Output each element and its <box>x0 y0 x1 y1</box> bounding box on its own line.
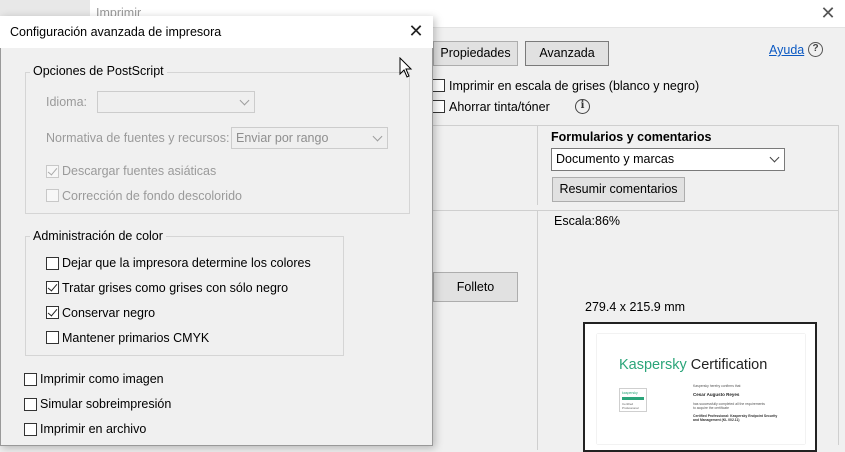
info-icon[interactable]: i <box>575 99 590 114</box>
preview-left-border <box>537 210 538 450</box>
printer-determines-colors-checkbox[interactable] <box>46 257 59 270</box>
cert-badge-line2: Professional <box>622 406 639 410</box>
save-ink-label: Ahorrar tinta/tóner <box>449 100 550 114</box>
chevron-down-icon <box>769 152 780 163</box>
scale-value: 86% <box>595 214 621 228</box>
certificate-preview: Kaspersky Certification kaspersky Certif… <box>597 334 805 444</box>
advanced-dialog-title: Configuración avanzada de impresora <box>10 25 222 39</box>
preview-right-border <box>838 125 839 445</box>
cert-line5: and Management (KL 002.11) <box>693 418 740 422</box>
discolored-background-checkbox[interactable] <box>46 189 59 202</box>
cert-badge-bar <box>622 397 644 400</box>
color-management-group-title: Administración de color <box>30 229 166 243</box>
download-asian-fonts-label: Descargar fuentes asiáticas <box>62 164 217 178</box>
scale-label: Escala: <box>554 214 595 228</box>
simulate-overprint-label: Simular sobreimpresión <box>40 397 172 411</box>
print-as-image-checkbox[interactable] <box>24 373 37 386</box>
help-icon[interactable]: ? <box>808 42 823 57</box>
page-size-label: 279.4 x 215.9 mm <box>585 300 686 314</box>
gray-as-black-label: Tratar grises como grises con sólo negro <box>62 281 289 295</box>
postscript-group-title: Opciones de PostScript <box>30 64 167 78</box>
simulate-overprint-checkbox[interactable] <box>24 398 37 411</box>
download-asian-fonts-checkbox[interactable] <box>46 165 59 178</box>
close-icon[interactable]: ✕ <box>404 20 428 42</box>
separator-top <box>433 125 838 126</box>
mouse-cursor-icon <box>399 57 413 78</box>
help-link[interactable]: Ayuda <box>769 43 804 57</box>
forms-comments-select[interactable]: Documento y marcas <box>551 148 785 171</box>
chevron-down-icon <box>372 131 383 142</box>
forms-comments-value: Documento y marcas <box>556 152 675 166</box>
cert-line1: Kaspersky hereby confirms that <box>693 384 741 388</box>
cert-heading: Kaspersky Certification <box>619 357 767 373</box>
print-to-file-label: Imprimir en archivo <box>40 422 147 436</box>
preserve-black-label: Conservar negro <box>62 306 156 320</box>
cert-badge-brand: kaspersky <box>622 391 638 395</box>
language-label: Idioma: <box>46 95 87 109</box>
forms-comments-heading: Formularios y comentarios <box>551 130 712 144</box>
cert-recipient-name: Cesar Augusto Reyes <box>693 392 740 397</box>
chevron-down-icon <box>239 95 250 106</box>
fonts-policy-value: Enviar por rango <box>236 131 329 145</box>
gray-as-black-checkbox[interactable] <box>46 281 59 294</box>
save-ink-checkbox[interactable] <box>432 100 445 113</box>
cert-text-block: Kaspersky hereby confirms that Cesar Aug… <box>693 384 798 422</box>
summarize-comments-button[interactable]: Resumir comentarios <box>552 177 685 202</box>
printer-determines-colors-label: Dejar que la impresora determine los col… <box>62 256 311 270</box>
discolored-background-label: Corrección de fondo descolorido <box>62 189 242 203</box>
print-as-image-label: Imprimir como imagen <box>40 372 164 386</box>
preserve-cmyk-label: Mantener primarios CMYK <box>62 331 210 345</box>
separator-mid <box>433 210 838 211</box>
fonts-policy-label: Normativa de fuentes y recursos: <box>46 131 230 145</box>
preserve-black-checkbox[interactable] <box>46 306 59 319</box>
grayscale-checkbox[interactable] <box>432 79 445 92</box>
cert-badge: kaspersky Certified Professional <box>619 388 647 412</box>
cert-title: Certification <box>690 357 768 373</box>
print-dialog-corner <box>0 0 90 16</box>
booklet-button[interactable]: Folleto <box>433 272 518 302</box>
cert-brand: Kaspersky <box>619 357 687 373</box>
fonts-policy-select[interactable]: Enviar por rango <box>231 127 388 149</box>
grayscale-label: Imprimir en escala de grises (blanco y n… <box>449 79 700 93</box>
cert-line3: to acquire the certificate <box>693 406 729 410</box>
preserve-cmyk-checkbox[interactable] <box>46 331 59 344</box>
advanced-button[interactable]: Avanzada <box>525 41 609 66</box>
print-to-file-checkbox[interactable] <box>24 423 37 436</box>
properties-button[interactable]: Propiedades <box>433 41 518 66</box>
separator-vertical <box>537 125 538 205</box>
language-select[interactable] <box>97 91 255 113</box>
print-dialog-close-icon[interactable]: ✕ <box>816 2 840 24</box>
